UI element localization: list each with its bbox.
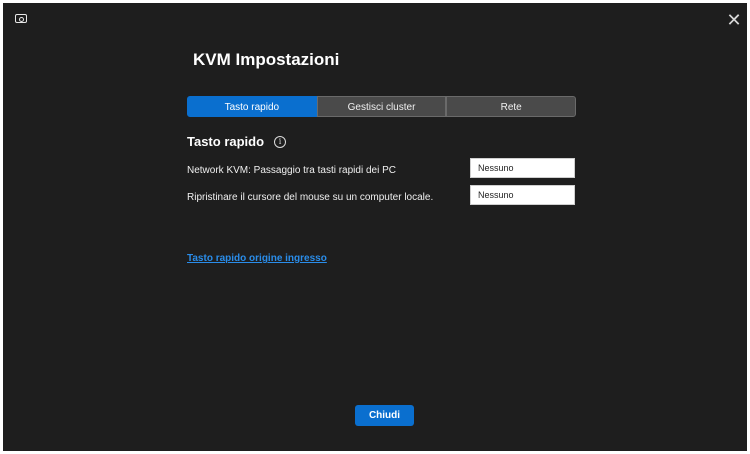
restore-cursor-field[interactable]: Nessuno <box>470 185 575 205</box>
close-icon[interactable]: ✕ <box>725 11 743 29</box>
monitor-icon <box>15 14 27 23</box>
section-title: Tasto rapido i <box>187 134 287 149</box>
section-title-text: Tasto rapido <box>187 134 265 149</box>
restore-cursor-label: Ripristinare il cursore del mouse su un … <box>187 192 434 203</box>
input-source-hotkey-link[interactable]: Tasto rapido origine ingresso <box>187 253 327 264</box>
page-title: KVM Impostazioni <box>193 50 340 69</box>
tab-tasto-rapido[interactable]: Tasto rapido <box>187 96 317 117</box>
hotkey-switch-label: Network KVM: Passaggio tra tasti rapidi … <box>187 165 396 176</box>
hotkey-switch-field[interactable]: Nessuno <box>470 158 575 178</box>
tab-gestisci-cluster[interactable]: Gestisci cluster <box>316 96 447 117</box>
info-icon[interactable]: i <box>274 135 287 148</box>
close-button[interactable]: Chiudi <box>355 405 414 426</box>
tab-bar: Tasto rapido Gestisci cluster Rete <box>187 96 577 117</box>
kvm-settings-window: ✕ KVM Impostazioni Tasto rapido Gestisci… <box>3 3 747 451</box>
tab-rete[interactable]: Rete <box>446 96 577 117</box>
